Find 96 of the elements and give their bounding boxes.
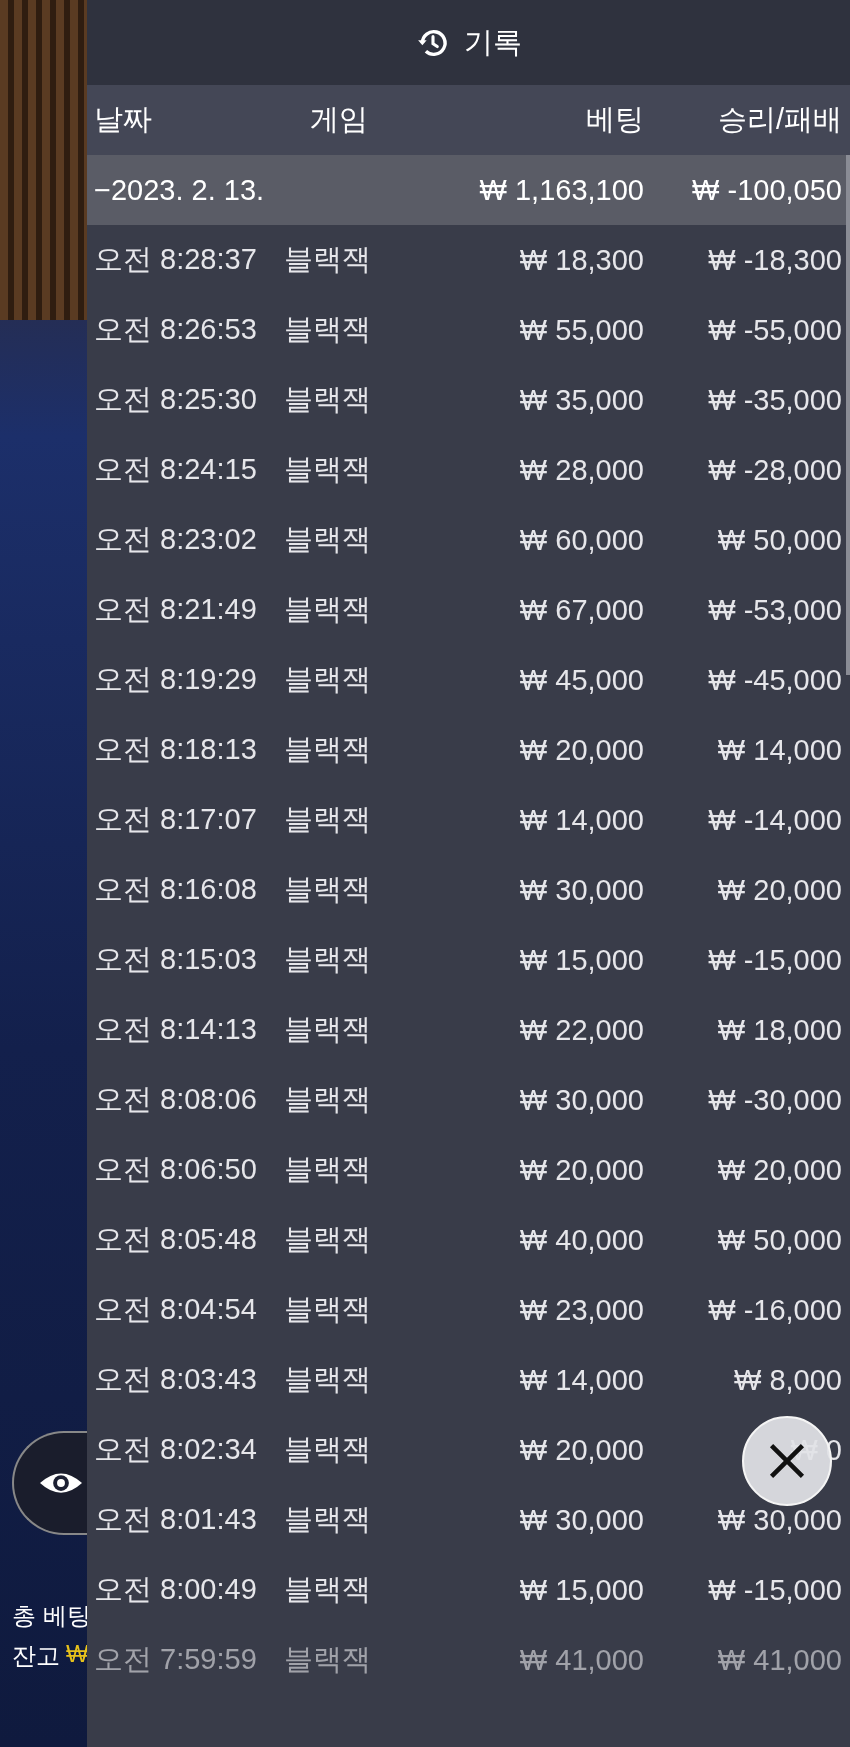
game-cell-text: 블랙잭 bbox=[284, 802, 372, 837]
bet-cell-text: ₩ 40,000 bbox=[518, 1223, 644, 1257]
time-cell-text: 오전 7:59:59 bbox=[94, 1642, 258, 1677]
game-cell-text: 블랙잭 bbox=[284, 1012, 372, 1047]
game-cell-text: 블랙잭 bbox=[284, 1572, 372, 1607]
time-cell-text: 오전 8:26:53 bbox=[94, 312, 258, 347]
bet-cell-text: ₩ 67,000 bbox=[518, 593, 644, 627]
result-cell-text: ₩ -45,000 bbox=[707, 663, 842, 697]
time-cell-text: 오전 8:18:13 bbox=[94, 732, 258, 767]
bet-cell-text: ₩ 30,000 bbox=[518, 1503, 644, 1537]
time-cell-text: 오전 8:14:13 bbox=[94, 1012, 258, 1047]
time-cell-text: 오전 8:21:49 bbox=[94, 592, 258, 627]
result-cell-text: ₩ 50,000 bbox=[716, 1223, 842, 1257]
total-bet-label: 총 베팅 bbox=[12, 1601, 91, 1631]
time-cell-text: 오전 8:25:30 bbox=[94, 382, 258, 417]
bet-cell-text: ₩ 30,000 bbox=[518, 1083, 644, 1117]
game-cell-text: 블랙잭 bbox=[284, 1152, 372, 1187]
game-cell-text: 블랙잭 bbox=[284, 312, 372, 347]
time-cell-text: 오전 8:08:06 bbox=[94, 1082, 258, 1117]
time-cell-text: 오전 8:01:43 bbox=[94, 1502, 258, 1537]
time-cell-text: 오전 8:17:07 bbox=[94, 802, 258, 837]
group-bet-total: ₩ 1,163,100 bbox=[478, 173, 644, 207]
bet-cell-text: ₩ 23,000 bbox=[518, 1293, 644, 1327]
result-cell-text: ₩ 8,000 bbox=[733, 1363, 842, 1397]
result-cell-text: ₩ -35,000 bbox=[707, 383, 842, 417]
game-cell-text: 블랙잭 bbox=[284, 1082, 372, 1117]
result-cell-text: ₩ -30,000 bbox=[707, 1083, 842, 1117]
column-header: 승리/패배 bbox=[716, 102, 842, 137]
game-cell-text: 블랙잭 bbox=[284, 872, 372, 907]
bet-cell-text: ₩ 14,000 bbox=[518, 1363, 644, 1397]
scrollbar[interactable] bbox=[846, 155, 850, 675]
time-cell-text: 오전 8:05:48 bbox=[94, 1222, 258, 1257]
bet-cell-text: ₩ 14,000 bbox=[518, 803, 644, 837]
group-date: −2023. 2. 13. bbox=[94, 173, 266, 207]
time-cell-text: 오전 8:24:15 bbox=[94, 452, 258, 487]
bet-cell-text: ₩ 55,000 bbox=[518, 313, 644, 347]
time-cell-text: 오전 8:04:54 bbox=[94, 1292, 258, 1327]
game-cell-text: 블랙잭 bbox=[284, 242, 372, 277]
time-cell-text: 오전 8:15:03 bbox=[94, 942, 258, 977]
time-cell-text: 오전 8:03:43 bbox=[94, 1362, 258, 1397]
result-cell-text: ₩ 14,000 bbox=[716, 733, 842, 767]
game-cell-text: 블랙잭 bbox=[284, 452, 372, 487]
result-cell-text: ₩ 41,000 bbox=[716, 1643, 842, 1677]
result-cell-text: ₩ 18,000 bbox=[716, 1013, 842, 1047]
bet-cell-text: ₩ 15,000 bbox=[518, 1573, 644, 1607]
bet-cell-text: ₩ 22,000 bbox=[518, 1013, 644, 1047]
bet-cell-text: ₩ 15,000 bbox=[518, 943, 644, 977]
bet-cell-text: ₩ 45,000 bbox=[518, 663, 644, 697]
bet-cell-text: ₩ 18,300 bbox=[518, 243, 644, 277]
time-cell-text: 오전 8:16:08 bbox=[94, 872, 258, 907]
result-cell-text: ₩ -28,000 bbox=[707, 453, 842, 487]
result-cell-text: ₩ -15,000 bbox=[707, 943, 842, 977]
time-cell-text: 오전 8:23:02 bbox=[94, 522, 258, 557]
bet-cell-text: ₩ 35,000 bbox=[518, 383, 644, 417]
game-cell-text: 블랙잭 bbox=[284, 942, 372, 977]
result-cell-text: ₩ 20,000 bbox=[716, 873, 842, 907]
game-cell-text: 블랙잭 bbox=[284, 382, 372, 417]
game-cell-text: 블랙잭 bbox=[284, 1502, 372, 1537]
bet-cell-text: ₩ 20,000 bbox=[518, 1153, 644, 1187]
game-cell-text: 블랙잭 bbox=[284, 662, 372, 697]
time-cell-text: 오전 8:00:49 bbox=[94, 1572, 258, 1607]
bet-cell-text: ₩ 20,000 bbox=[518, 733, 644, 767]
game-cell-text: 블랙잭 bbox=[284, 1432, 372, 1467]
time-cell-text: 오전 8:06:50 bbox=[94, 1152, 258, 1187]
game-cell-text: 블랙잭 bbox=[284, 1362, 372, 1397]
game-cell-text: 블랙잭 bbox=[284, 1292, 372, 1327]
game-cell-text: 블랙잭 bbox=[284, 1642, 372, 1677]
result-cell-text: ₩ -14,000 bbox=[707, 803, 842, 837]
panel-title: 기록 bbox=[463, 24, 522, 60]
balance-label: 잔고 bbox=[12, 1641, 60, 1671]
game-cell-text: 블랙잭 bbox=[284, 1222, 372, 1257]
result-cell-text: ₩ -18,300 bbox=[707, 243, 842, 277]
time-cell-text: 오전 8:28:37 bbox=[94, 242, 258, 277]
bet-cell-text: ₩ 41,000 bbox=[518, 1643, 644, 1677]
column-header: 베팅 bbox=[585, 102, 644, 137]
result-cell-text: ₩ -55,000 bbox=[707, 313, 842, 347]
result-cell-text: ₩ 50,000 bbox=[716, 523, 842, 557]
game-cell-text: 블랙잭 bbox=[284, 732, 372, 767]
game-cell-text: 블랙잭 bbox=[284, 592, 372, 627]
bet-cell-text: ₩ 30,000 bbox=[518, 873, 644, 907]
bet-cell-text: ₩ 60,000 bbox=[518, 523, 644, 557]
result-cell-text: ₩ -53,000 bbox=[707, 593, 842, 627]
time-cell-text: 오전 8:02:34 bbox=[94, 1432, 258, 1467]
bet-cell-text: ₩ 28,000 bbox=[518, 453, 644, 487]
result-cell-text: ₩ 20,000 bbox=[716, 1153, 842, 1187]
group-result-total: ₩ -100,050 bbox=[691, 173, 842, 207]
column-header: 날짜 bbox=[94, 102, 153, 137]
column-header: 게임 bbox=[309, 102, 369, 137]
time-cell-text: 오전 8:19:29 bbox=[94, 662, 258, 697]
result-cell-text: ₩ -15,000 bbox=[707, 1573, 842, 1607]
bet-cell-text: ₩ 20,000 bbox=[518, 1433, 644, 1467]
result-cell-text: ₩ 30,000 bbox=[716, 1503, 842, 1537]
eye-button[interactable] bbox=[12, 1431, 87, 1535]
result-cell-text: ₩ -16,000 bbox=[707, 1293, 842, 1327]
balance-currency: ₩ bbox=[66, 1640, 89, 1669]
game-cell-text: 블랙잭 bbox=[284, 522, 372, 557]
